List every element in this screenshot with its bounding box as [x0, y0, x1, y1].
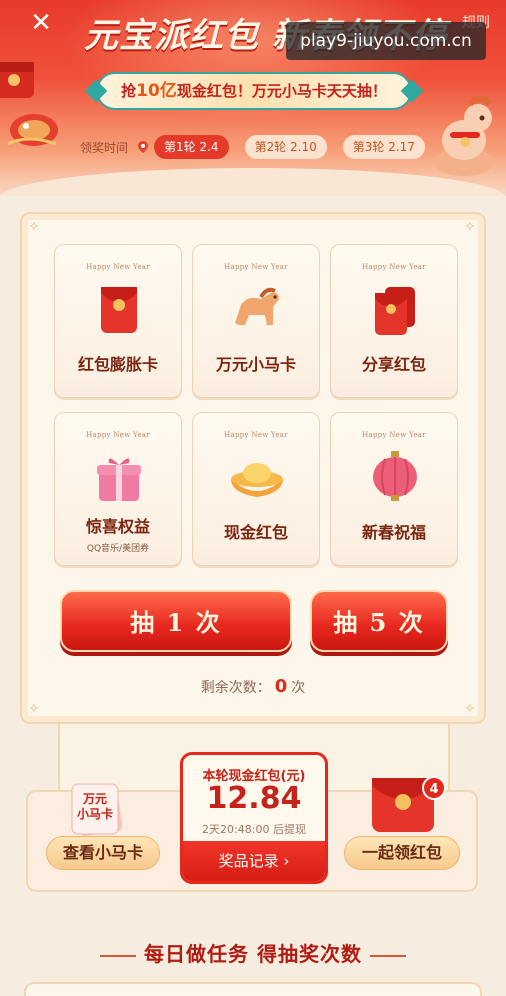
- daily-tasks-heading: 每日做任务 得抽奖次数: [0, 938, 506, 972]
- draw-panel: ✧ ✧ ✧ ✧ Happy New Year 红包膨胀卡 Happy New Y…: [20, 212, 486, 724]
- remaining-count: 0: [274, 676, 288, 697]
- remaining-prefix: 剩余次数：: [200, 680, 271, 696]
- corner-ornament-icon: ✧: [464, 701, 476, 717]
- round-tab-2[interactable]: 第2轮 2.10: [244, 135, 327, 159]
- pony-mascot-icon: [434, 96, 494, 176]
- corner-ornament-icon: ✧: [28, 219, 40, 235]
- prize-caption: Happy New Year: [362, 431, 426, 439]
- claim-time-label: 领奖时间: [80, 140, 129, 155]
- prize-tile-share-envelope: Happy New Year 分享红包: [330, 244, 458, 398]
- prize-tile-pony-card: Happy New Year 万元小马卡: [192, 244, 320, 398]
- heading-divider-right: [369, 954, 406, 957]
- banner-suffix: 现金红包！万元小马卡天天抽！: [176, 82, 387, 100]
- task-list-card: [24, 982, 482, 996]
- watermark-overlay: play9-jiuyou.com.cn: [286, 22, 486, 60]
- claim-together-button[interactable]: 一起领红包: [344, 836, 460, 870]
- corner-ornament-icon: ✧: [464, 219, 476, 235]
- lantern-icon: [373, 451, 417, 501]
- current-round-cash-box: 本轮现金红包(元) 12.84 2天20:48:00 后提现 奖品记录 ›: [180, 752, 328, 884]
- daily-tasks-title: 每日做任务 得抽奖次数: [144, 942, 362, 966]
- header-banner: ✕ 元宝派红包 新春领不停 规则 play9-jiuyou.com.cn 抢10…: [0, 0, 506, 196]
- prize-name: 惊喜权益: [85, 517, 150, 536]
- prize-caption: Happy New Year: [86, 263, 150, 271]
- prize-caption: Happy New Year: [86, 431, 150, 439]
- gift-box-icon: [97, 458, 141, 501]
- prize-name: 现金红包: [223, 523, 288, 542]
- prize-tile-new-year-blessing: Happy New Year 新春祝福: [330, 412, 458, 566]
- prize-name: 红包膨胀卡: [77, 355, 158, 374]
- prize-caption: Happy New Year: [224, 263, 288, 271]
- red-envelope-icon: [101, 287, 137, 333]
- view-pony-card-button[interactable]: 查看小马卡: [46, 836, 160, 870]
- prize-caption: Happy New Year: [224, 431, 288, 439]
- prize-name: 新春祝福: [361, 523, 426, 542]
- location-pin-icon: [138, 141, 149, 153]
- draw-five-button[interactable]: 抽 5 次: [310, 590, 448, 652]
- promo-banner: 抢10亿现金红包！万元小马卡天天抽！: [96, 72, 412, 110]
- prize-tile-cash-envelope: Happy New Year 现金红包: [192, 412, 320, 566]
- prize-subtitle: QQ音乐/美团券: [86, 544, 150, 554]
- prize-caption: Happy New Year: [362, 263, 426, 271]
- corner-ornament-icon: ✧: [28, 701, 40, 717]
- gold-ingot-icon: [231, 463, 283, 497]
- prize-records-button[interactable]: 奖品记录 ›: [183, 841, 325, 881]
- remaining-draws: 剩余次数： 0 次: [22, 676, 484, 697]
- close-button[interactable]: ✕: [26, 8, 56, 38]
- banner-prefix: 抢: [121, 82, 137, 100]
- pony-card-text: 万元 小马卡: [76, 792, 113, 821]
- cash-amount: 12.84: [206, 781, 302, 816]
- prize-tile-inflate-card: Happy New Year 红包膨胀卡: [54, 244, 182, 398]
- prize-name: 万元小马卡: [215, 355, 296, 374]
- share-envelope-icon: [375, 287, 415, 335]
- draw-once-button[interactable]: 抽 1 次: [60, 590, 292, 652]
- lucky-bag-decoration-icon: [0, 62, 58, 146]
- prize-tile-surprise-benefit: Happy New Year 惊喜权益 QQ音乐/美团券: [54, 412, 182, 566]
- round-tab-3[interactable]: 第3轮 2.17: [342, 135, 425, 159]
- horse-icon: [235, 287, 279, 325]
- remaining-suffix: 次: [291, 680, 306, 696]
- withdraw-countdown: 2天20:48:00 后提现: [202, 823, 306, 836]
- round-tab-1[interactable]: 第1轮 2.4: [154, 135, 229, 159]
- notification-badge: 4: [422, 776, 446, 800]
- heading-divider-left: [100, 954, 137, 957]
- banner-highlight: 10亿: [136, 81, 177, 101]
- prize-name: 分享红包: [361, 355, 426, 374]
